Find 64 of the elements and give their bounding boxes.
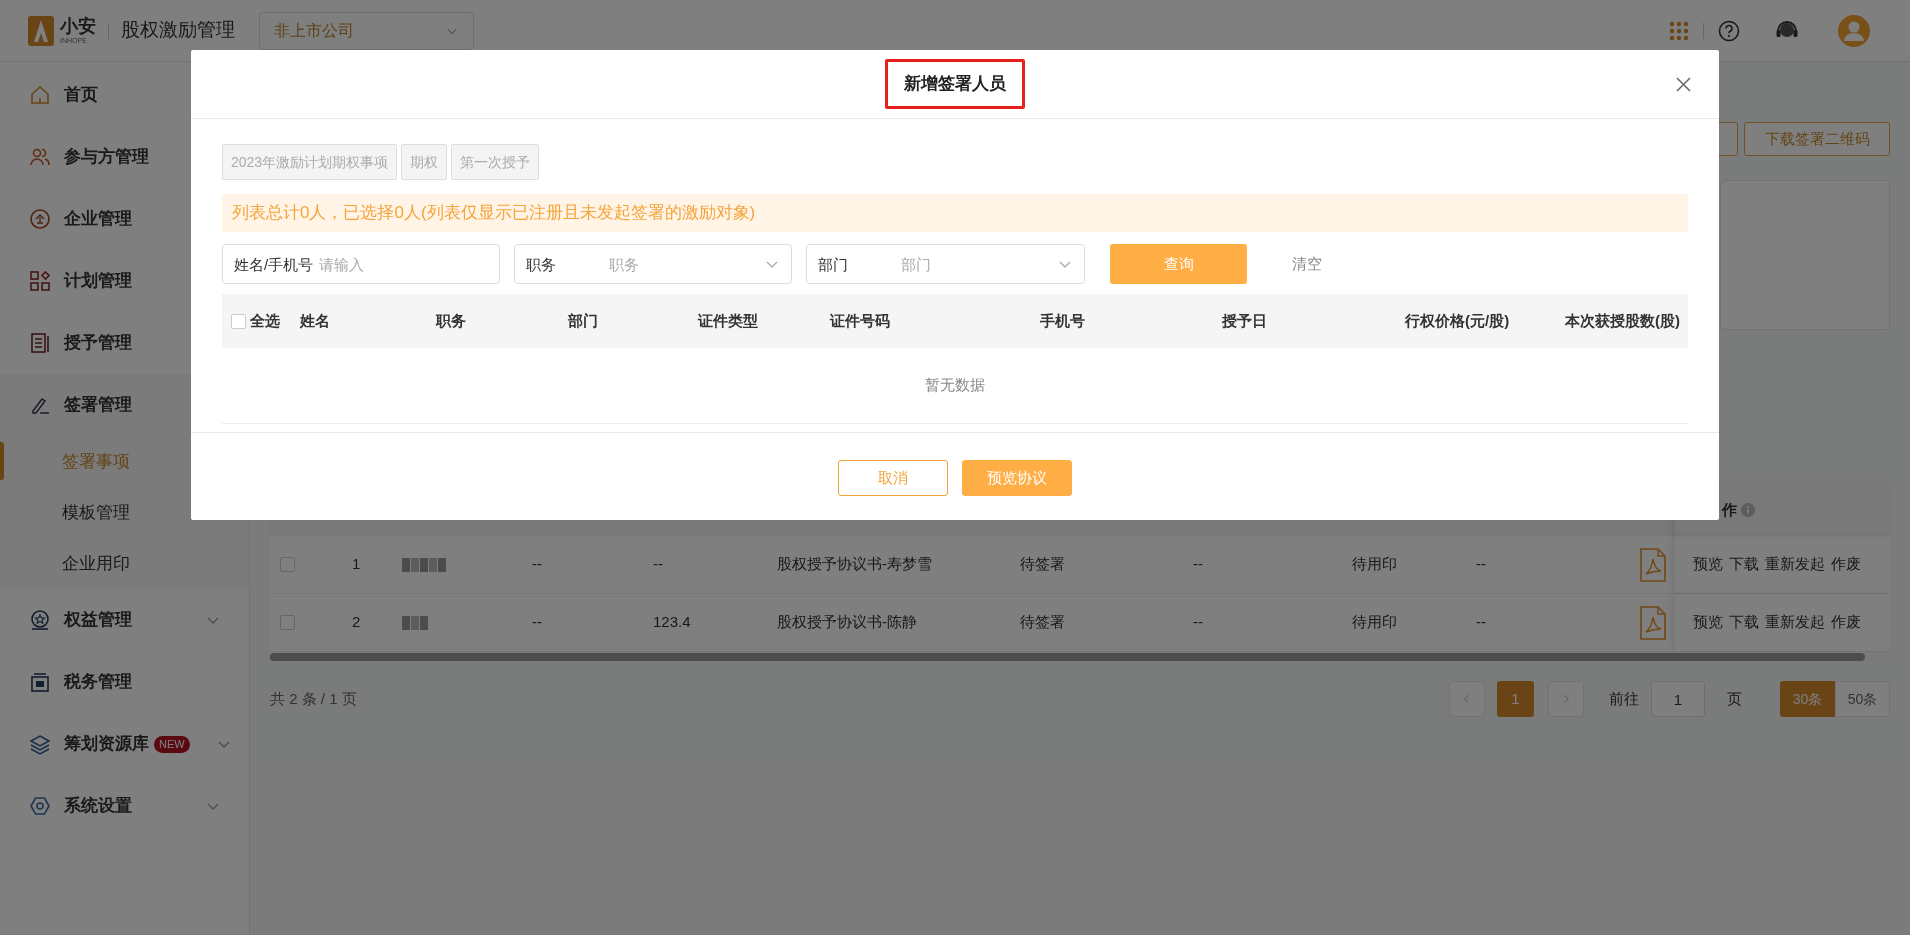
table-cell-text: --: [1193, 612, 1203, 633]
column-header: 姓名: [300, 311, 330, 329]
column-header: 职务: [436, 311, 466, 329]
table-cell-text: --: [1193, 554, 1203, 575]
logo-text: 小安: [60, 17, 96, 35]
field-label: 姓名/手机号: [234, 255, 314, 275]
app-title: 股权激励管理: [121, 18, 235, 43]
column-header: 行权价格(元/股): [1405, 311, 1510, 329]
table-cell-text: 待签署: [1020, 554, 1065, 575]
clear-button[interactable]: 清空: [1292, 252, 1322, 276]
action-link[interactable]: 作废: [1831, 553, 1861, 576]
sidebar-item[interactable]: 权益管理: [0, 589, 249, 651]
sidebar-item[interactable]: 首页: [0, 64, 249, 126]
table-cell-text: --: [1476, 554, 1486, 575]
table-cell-text: 待签署: [1020, 612, 1065, 633]
submenu-item[interactable]: 企业用印: [0, 538, 249, 589]
action-link[interactable]: 下载: [1729, 611, 1759, 634]
column-header: 作: [1722, 499, 1737, 520]
company-select[interactable]: 非上市公司: [259, 11, 474, 50]
tag: 第一次授予: [451, 144, 540, 180]
column-header: 本次获授股数(股): [1565, 311, 1680, 329]
table-cell-text: --: [532, 554, 542, 575]
action-link[interactable]: 预览: [1693, 553, 1723, 576]
table-cell-text: 2: [352, 612, 361, 633]
tag: 期权: [401, 144, 448, 180]
sidebar-item[interactable]: 系统设置: [0, 775, 249, 837]
field-label: 职务: [526, 255, 556, 275]
notice-banner: 列表总计0人，已选择0人(列表仅显示已注册且未发起签署的激励对象): [222, 194, 1688, 232]
dialog-title: 新增签署人员: [885, 59, 1025, 109]
table-cell-text: 股权授予协议书-寿梦雪: [777, 554, 932, 575]
column-header: 部门: [568, 311, 598, 329]
field-label: 部门: [818, 255, 848, 275]
page-unit: 页: [1727, 688, 1742, 709]
action-link[interactable]: 下载: [1729, 553, 1759, 576]
table-cell-text: --: [653, 554, 663, 575]
sidebar-item[interactable]: 授予管理: [0, 312, 249, 374]
sidebar-item[interactable]: 筹划资源库 NEW: [0, 713, 249, 775]
select-all-label: 全选: [250, 310, 280, 331]
page-size-option[interactable]: 30条: [1780, 681, 1835, 717]
action-link[interactable]: 重新发起: [1765, 611, 1825, 634]
action-link[interactable]: 预览: [1693, 611, 1723, 634]
table-cell-text: 1: [352, 554, 361, 575]
table-cell-text: 待用印: [1352, 554, 1397, 575]
action-link[interactable]: 重新发起: [1765, 553, 1825, 576]
table-cell-text: --: [1476, 612, 1486, 633]
page-size-option[interactable]: 50条: [1835, 681, 1890, 717]
tag: 2023年激励计划期权事项: [222, 144, 398, 180]
column-header: 授予日: [1222, 311, 1267, 329]
column-header: 证件号码: [830, 311, 890, 329]
column-header: 手机号: [1040, 311, 1085, 329]
empty-state-text: 暂无数据: [925, 375, 985, 396]
table-cell-text: 123.4: [653, 612, 691, 633]
new-badge: NEW: [154, 735, 190, 753]
pagination-summary: 共 2 条 / 1 页: [270, 688, 357, 709]
table-cell-text: 待用印: [1352, 612, 1397, 633]
table-cell-text: --: [532, 612, 542, 633]
page-input[interactable]: 1: [1651, 681, 1705, 717]
table-cell-text: 股权授予协议书-陈静: [777, 612, 917, 633]
sidebar-item[interactable]: 税务管理: [0, 651, 249, 713]
goto-label: 前往: [1609, 688, 1639, 709]
column-header: 证件类型: [698, 311, 758, 329]
action-link[interactable]: 作废: [1831, 611, 1861, 634]
sidebar-item[interactable]: 签署管理: [0, 374, 249, 436]
download-qr-button[interactable]: 下载签署二维码: [1744, 122, 1890, 156]
